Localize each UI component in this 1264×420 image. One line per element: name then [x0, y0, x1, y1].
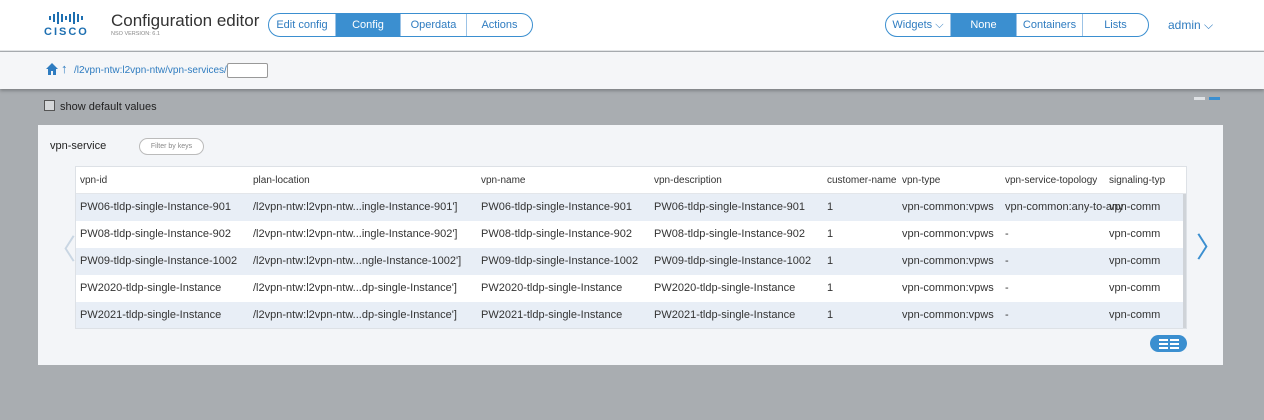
table-cell: 1 [827, 228, 834, 240]
table-cell: PW2020-tldp-single-Instance [481, 282, 623, 294]
table-cell: 1 [827, 309, 834, 321]
prev-page-icon[interactable]: 〈 [48, 228, 76, 268]
column-header[interactable]: plan-location [253, 167, 310, 194]
up-level-icon[interactable]: ↑ [61, 61, 68, 76]
top-header: cisco Configuration editor NSO VERSION: … [0, 0, 1264, 51]
table-cell: vpn-common:vpws [902, 255, 994, 267]
widgets-dropdown[interactable]: Widgets ⌵ [886, 14, 951, 36]
table-cell: PW2021-tldp-single-Instance [481, 309, 623, 321]
table-cell: PW08-tldp-single-Instance-902 [654, 228, 806, 240]
panel-title: vpn-service [50, 140, 107, 152]
table-cell: vpn-comm [1109, 309, 1161, 321]
table-cell: - [1005, 255, 1009, 267]
table-cell: 1 [827, 201, 834, 213]
tab-containers[interactable]: Containers [1017, 14, 1083, 36]
table-cell: PW2020-tldp-single-Instance [654, 282, 796, 294]
table-cell: vpn-common:vpws [902, 201, 994, 213]
tab-config[interactable]: Config [336, 14, 401, 36]
table-cell: PW09-tldp-single-Instance-1002 [80, 255, 238, 267]
path-input[interactable] [227, 63, 268, 78]
column-header[interactable]: signaling-typ [1109, 167, 1165, 194]
table-cell: /l2vpn-ntw:l2vpn-ntw...dp-single-Instanc… [253, 282, 457, 294]
table-cell: - [1005, 228, 1009, 240]
show-default-values-checkbox[interactable] [44, 100, 55, 111]
home-icon[interactable] [46, 63, 58, 75]
table-row[interactable]: PW09-tldp-single-Instance-1002/l2vpn-ntw… [76, 248, 1186, 275]
table-cell: PW06-tldp-single-Instance-901 [654, 201, 806, 213]
table-cell: 1 [827, 282, 834, 294]
table-cell: vpn-comm [1109, 282, 1161, 294]
vpn-service-panel: vpn-service Filter by keys vpn-id plan-lo… [38, 125, 1223, 365]
user-menu[interactable]: admin ⌵ [1168, 18, 1213, 33]
table-cell: vpn-common:vpws [902, 228, 994, 240]
vpn-service-table: vpn-id plan-location vpn-name vpn-descripti… [75, 166, 1187, 329]
table-cell: vpn-comm [1109, 201, 1161, 213]
tab-operdata[interactable]: Operdata [401, 14, 467, 36]
table-cell: PW09-tldp-single-Instance-1002 [654, 255, 812, 267]
column-header[interactable]: vpn-service-topology [1005, 167, 1097, 194]
filter-by-keys-input[interactable]: Filter by keys [139, 138, 204, 155]
tab-lists[interactable]: Lists [1083, 14, 1148, 36]
page-indicator[interactable] [1194, 97, 1220, 100]
table-row[interactable]: PW06-tldp-single-Instance-901/l2vpn-ntw:… [76, 194, 1186, 221]
app-title: Configuration editor [111, 11, 260, 30]
tab-none[interactable]: None [951, 14, 1017, 36]
table-row[interactable]: PW2021-tldp-single-Instance/l2vpn-ntw:l2… [76, 302, 1186, 328]
column-header[interactable]: vpn-name [481, 167, 525, 194]
table-cell: vpn-comm [1109, 255, 1161, 267]
table-cell: PW08-tldp-single-Instance-902 [481, 228, 633, 240]
next-page-icon[interactable]: 〉 [1196, 226, 1224, 266]
table-cell: /l2vpn-ntw:l2vpn-ntw...ingle-Instance-90… [253, 201, 458, 213]
table-cell: PW09-tldp-single-Instance-1002 [481, 255, 639, 267]
table-cell: vpn-common:vpws [902, 282, 994, 294]
breadcrumb-path[interactable]: /l2vpn-ntw:l2vpn-ntw/vpn-services/ [74, 65, 227, 76]
table-cell: PW2021-tldp-single-Instance [654, 309, 796, 321]
table-cell: vpn-comm [1109, 228, 1161, 240]
table-cell: - [1005, 309, 1009, 321]
version-label: NSO VERSION: 6.1 [111, 31, 160, 37]
table-header-row: vpn-id plan-location vpn-name vpn-descripti… [76, 167, 1186, 194]
column-header[interactable]: vpn-id [80, 167, 107, 194]
table-cell: PW06-tldp-single-Instance-901 [80, 201, 232, 213]
tab-actions[interactable]: Actions [467, 14, 532, 36]
table-cell: /l2vpn-ntw:l2vpn-ntw...dp-single-Instanc… [253, 309, 457, 321]
table-cell: PW2020-tldp-single-Instance [80, 282, 222, 294]
vertical-scrollbar[interactable] [1183, 194, 1186, 328]
table-cell: /l2vpn-ntw:l2vpn-ntw...ingle-Instance-90… [253, 228, 458, 240]
list-view-button[interactable] [1150, 335, 1187, 352]
tab-edit-config[interactable]: Edit config [269, 14, 336, 36]
table-cell: - [1005, 282, 1009, 294]
table-cell: vpn-common:any-to-any [1005, 201, 1124, 213]
table-cell: PW06-tldp-single-Instance-901 [481, 201, 633, 213]
show-default-values-label[interactable]: show default values [60, 101, 157, 113]
table-cell: 1 [827, 255, 834, 267]
list-icon [1158, 338, 1179, 349]
table-cell: vpn-common:vpws [902, 309, 994, 321]
table-cell: /l2vpn-ntw:l2vpn-ntw...ngle-Instance-100… [253, 255, 462, 267]
table-row[interactable]: PW08-tldp-single-Instance-902/l2vpn-ntw:… [76, 221, 1186, 248]
table-cell: PW08-tldp-single-Instance-902 [80, 228, 232, 240]
mode-tabs: Edit config Config Operdata Actions [268, 13, 533, 37]
column-header[interactable]: customer-name [827, 167, 896, 194]
column-header[interactable]: vpn-type [902, 167, 940, 194]
cisco-logo: cisco [44, 12, 88, 38]
column-header[interactable]: vpn-description [654, 167, 722, 194]
widget-tabs: Widgets ⌵ None Containers Lists [885, 13, 1149, 37]
table-row[interactable]: PW2020-tldp-single-Instance/l2vpn-ntw:l2… [76, 275, 1186, 302]
table-cell: PW2021-tldp-single-Instance [80, 309, 222, 321]
